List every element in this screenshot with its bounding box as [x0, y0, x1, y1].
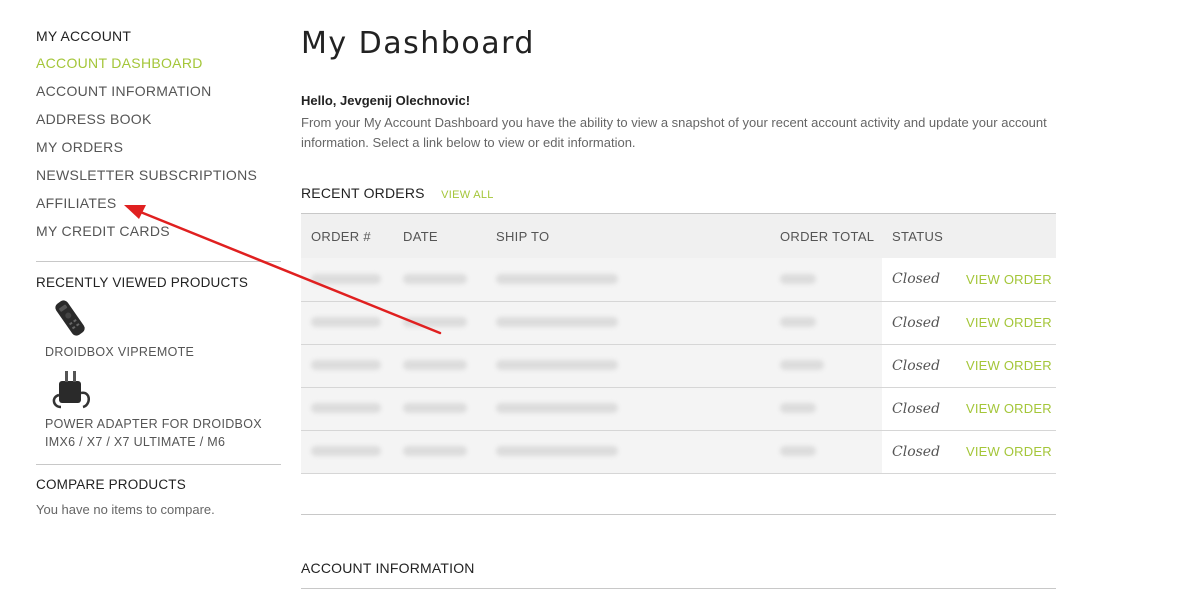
status-cell: Closed	[882, 258, 956, 302]
recently-viewed-name[interactable]: POWER ADAPTER FOR DROIDBOX IMX6 / X7 / X…	[45, 415, 281, 451]
sidebar: MY ACCOUNT ACCOUNT DASHBOARD ACCOUNT INF…	[36, 26, 281, 517]
remote-thumbnail-icon[interactable]	[45, 295, 95, 341]
view-order-link[interactable]: VIEW ORDER	[966, 315, 1052, 330]
nav-account-information[interactable]: ACCOUNT INFORMATION	[36, 82, 281, 110]
date-cell	[393, 258, 486, 302]
page-title: My Dashboard	[301, 26, 535, 61]
account-nav: ACCOUNT DASHBOARD ACCOUNT INFORMATION AD…	[36, 54, 281, 250]
order-number-cell	[301, 301, 393, 345]
nav-my-orders[interactable]: MY ORDERS	[36, 138, 281, 166]
recently-viewed-title: RECENTLY VIEWED PRODUCTS	[36, 275, 249, 290]
date-cell	[393, 430, 486, 474]
nav-my-credit-cards[interactable]: MY CREDIT CARDS	[36, 222, 281, 250]
ship-to-cell	[486, 258, 770, 302]
status-text: Closed	[892, 314, 941, 331]
col-status: STATUS	[892, 228, 944, 244]
table-row: Closed VIEW ORDER	[301, 387, 1056, 431]
account-information-title: ACCOUNT INFORMATION	[301, 560, 475, 576]
table-row: Closed VIEW ORDER	[301, 344, 1056, 388]
section-divider	[301, 514, 1056, 515]
compare-empty-text: You have no items to compare.	[36, 502, 215, 517]
ship-to-cell	[486, 344, 770, 388]
action-cell: VIEW ORDER	[956, 301, 1056, 345]
status-text: Closed	[892, 357, 941, 374]
date-cell	[393, 387, 486, 431]
compare-products-title: COMPARE PRODUCTS	[36, 477, 186, 492]
ship-to-cell	[486, 301, 770, 345]
view-order-link[interactable]: VIEW ORDER	[966, 358, 1052, 373]
recent-orders-title: RECENT ORDERS	[301, 185, 425, 201]
col-order-number: ORDER #	[311, 228, 371, 244]
date-cell	[393, 301, 486, 345]
col-date: DATE	[403, 228, 438, 244]
col-action	[956, 214, 1056, 258]
view-order-link[interactable]: VIEW ORDER	[966, 444, 1052, 459]
col-ship-to: SHIP TO	[496, 228, 550, 244]
sidebar-divider	[36, 261, 281, 262]
order-number-cell	[301, 430, 393, 474]
order-total-cell	[770, 387, 882, 431]
status-cell: Closed	[882, 387, 956, 431]
view-all-link[interactable]: VIEW ALL	[441, 189, 494, 201]
table-row: Closed VIEW ORDER	[301, 258, 1056, 302]
action-cell: VIEW ORDER	[956, 430, 1056, 474]
status-text: Closed	[892, 271, 941, 288]
recent-orders-table: ORDER # DATE SHIP TO ORDER TOTAL STATUS …	[301, 213, 1056, 474]
status-cell: Closed	[882, 301, 956, 345]
order-total-cell	[770, 301, 882, 345]
status-cell: Closed	[882, 430, 956, 474]
table-header-row: ORDER # DATE SHIP TO ORDER TOTAL STATUS	[301, 214, 1056, 258]
status-text: Closed	[892, 400, 941, 417]
table-row: Closed VIEW ORDER	[301, 430, 1056, 474]
order-number-cell	[301, 387, 393, 431]
order-number-cell	[301, 344, 393, 388]
order-total-cell	[770, 430, 882, 474]
sidebar-divider	[36, 464, 281, 465]
ship-to-cell	[486, 430, 770, 474]
power-adapter-thumbnail-icon[interactable]	[45, 365, 95, 411]
greeting: Hello, Jevgenij Olechnovic!	[301, 93, 471, 108]
action-cell: VIEW ORDER	[956, 344, 1056, 388]
status-text: Closed	[892, 443, 941, 460]
col-order-total: ORDER TOTAL	[780, 228, 875, 244]
view-order-link[interactable]: VIEW ORDER	[966, 401, 1052, 416]
nav-affiliates[interactable]: AFFILIATES	[36, 194, 281, 222]
section-divider	[301, 588, 1056, 589]
view-order-link[interactable]: VIEW ORDER	[966, 272, 1052, 287]
nav-address-book[interactable]: ADDRESS BOOK	[36, 110, 281, 138]
table-row: Closed VIEW ORDER	[301, 301, 1056, 345]
dashboard-intro: From your My Account Dashboard you have …	[301, 115, 1047, 150]
nav-newsletter-subscriptions[interactable]: NEWSLETTER SUBSCRIPTIONS	[36, 166, 281, 194]
recently-viewed-name[interactable]: DROIDBOX VIPREMOTE	[45, 343, 281, 361]
order-number-cell	[301, 258, 393, 302]
order-total-cell	[770, 258, 882, 302]
date-cell	[393, 344, 486, 388]
action-cell: VIEW ORDER	[956, 387, 1056, 431]
account-information-header: ACCOUNT INFORMATION	[301, 560, 1056, 578]
sidebar-title: MY ACCOUNT	[36, 28, 132, 44]
nav-account-dashboard[interactable]: ACCOUNT DASHBOARD	[36, 54, 281, 82]
order-total-cell	[770, 344, 882, 388]
recently-viewed-item[interactable]: DROIDBOX VIPREMOTE	[45, 295, 281, 361]
recent-orders-header: RECENT ORDERS VIEW ALL	[301, 185, 1056, 203]
ship-to-cell	[486, 387, 770, 431]
recently-viewed-item[interactable]: POWER ADAPTER FOR DROIDBOX IMX6 / X7 / X…	[45, 365, 281, 451]
action-cell: VIEW ORDER	[956, 258, 1056, 302]
status-cell: Closed	[882, 344, 956, 388]
